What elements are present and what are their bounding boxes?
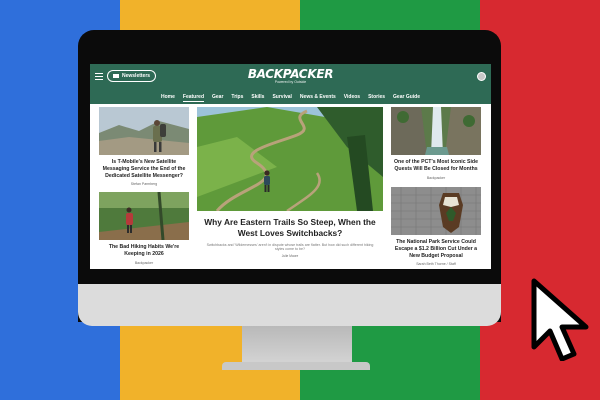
nav-item-skills[interactable]: Skills [251, 94, 264, 102]
article-card[interactable]: Is T-Mobile's New Satellite Messaging Se… [99, 107, 189, 186]
article-title[interactable]: Is T-Mobile's New Satellite Messaging Se… [99, 159, 189, 179]
article-title[interactable]: The Bad Hiking Habits We're Keeping in 2… [99, 244, 189, 258]
article-image-hikers-forest[interactable] [99, 192, 189, 240]
monitor-stand-neck [242, 326, 352, 364]
article-image-nps-sign[interactable] [391, 187, 481, 235]
nav-item-videos[interactable]: Videos [344, 94, 360, 102]
main-nav: Home Featured Gear Trips Skills Survival… [90, 94, 491, 102]
article-author: Backpacker [426, 175, 446, 180]
logo-text: BACKPACKER [247, 67, 334, 81]
nav-item-stories[interactable]: Stories [368, 94, 385, 102]
cursor-arrow-icon [531, 278, 589, 361]
nav-item-home[interactable]: Home [161, 94, 175, 102]
featured-article-author: Julie Moore [281, 253, 299, 258]
site-header: Newsletters BACKPACKER Powered by Outsid… [90, 64, 491, 104]
monitor-stand-base [222, 362, 370, 370]
logo-subtitle: Powered by Outside [274, 80, 307, 84]
featured-article-title[interactable]: Why Are Eastern Trails So Steep, When th… [197, 217, 383, 239]
monitor-chin [78, 284, 501, 326]
article-image-hiker-satellite[interactable] [99, 107, 189, 155]
article-author: Backpacker [134, 260, 154, 265]
nav-item-trips[interactable]: Trips [231, 94, 243, 102]
article-card[interactable]: One of the PCT's Most Iconic Side Quests… [391, 107, 481, 180]
nav-item-news-events[interactable]: News & Events [300, 94, 336, 102]
article-card[interactable]: The National Park Service Could Escape a… [391, 187, 481, 266]
avatar-icon[interactable] [477, 72, 486, 81]
article-title[interactable]: The National Park Service Could Escape a… [391, 239, 481, 259]
article-author: Sarah Beth Thorne / Staff [416, 262, 456, 267]
site-logo[interactable]: BACKPACKER Powered by Outside [90, 67, 491, 84]
nav-item-survival[interactable]: Survival [272, 94, 291, 102]
article-author: Stefan Parmberg [130, 182, 158, 187]
nav-item-gear-guide[interactable]: Gear Guide [393, 94, 420, 102]
nav-item-gear[interactable]: Gear [212, 94, 223, 102]
article-card[interactable]: The Bad Hiking Habits We're Keeping in 2… [99, 192, 189, 265]
featured-content: Is T-Mobile's New Satellite Messaging Se… [90, 104, 491, 269]
featured-image-switchbacks[interactable] [197, 107, 383, 211]
website-screen: Newsletters BACKPACKER Powered by Outsid… [90, 64, 491, 269]
featured-article-description: Switchbacks and 'Wildernesses' aren't in… [206, 242, 374, 252]
article-title[interactable]: One of the PCT's Most Iconic Side Quests… [391, 159, 481, 173]
featured-article[interactable]: Why Are Eastern Trails So Steep, When th… [197, 107, 383, 258]
article-image-waterfall[interactable] [391, 107, 481, 155]
nav-item-featured[interactable]: Featured [182, 94, 205, 102]
